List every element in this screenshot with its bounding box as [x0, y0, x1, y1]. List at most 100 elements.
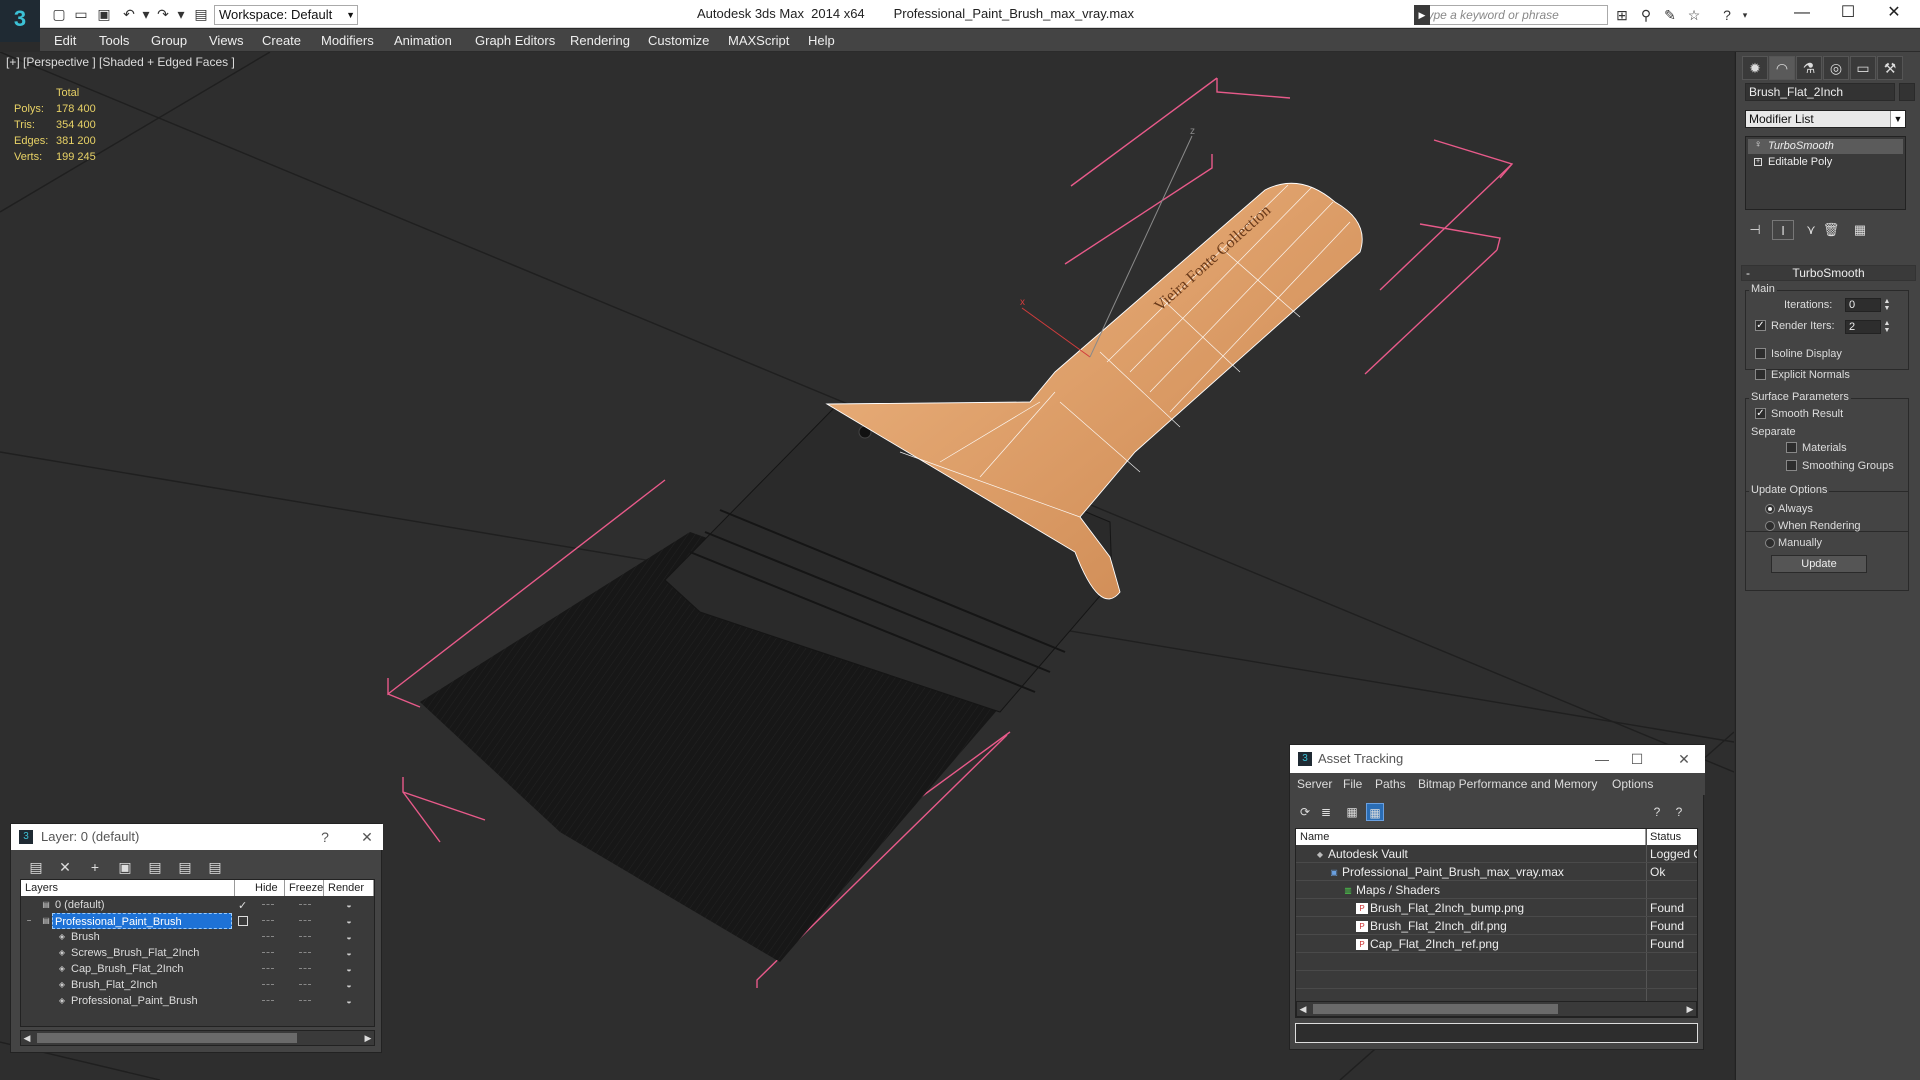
name-column-header[interactable]: Name: [1296, 829, 1646, 845]
object-name-field[interactable]: Brush_Flat_2Inch: [1745, 83, 1895, 101]
close-button[interactable]: ✕: [1871, 0, 1917, 26]
asset-row[interactable]: ▥ Maps / Shaders: [1296, 882, 1697, 899]
freeze-toggle[interactable]: [299, 936, 311, 938]
hide-toggle[interactable]: [262, 952, 274, 954]
object-color-swatch[interactable]: [1899, 83, 1915, 101]
workspace-select[interactable]: Workspace: Default ▼: [214, 5, 358, 25]
explicit-normals-checkbox[interactable]: [1755, 369, 1766, 380]
highlight-layer-icon[interactable]: ▤: [144, 857, 166, 877]
menu-modifiers[interactable]: Modifiers: [321, 33, 374, 48]
help-settings-icon[interactable]: ?: [1670, 803, 1688, 821]
menu-customize[interactable]: Customize: [648, 33, 709, 48]
delete-layer-icon[interactable]: ✕: [54, 857, 76, 877]
menu-rendering[interactable]: Rendering: [570, 33, 630, 48]
lightbulb-icon[interactable]: ♀: [1754, 140, 1762, 150]
asset-menu-options[interactable]: Options: [1612, 777, 1653, 791]
spinner-arrows-icon[interactable]: ▲ ▼: [1883, 298, 1891, 312]
minimize-button[interactable]: —: [1779, 0, 1825, 26]
asset-menu-bitmap-performance[interactable]: Bitmap Performance and Memory: [1418, 777, 1597, 791]
turbosmooth-rollout-header[interactable]: - TurboSmooth: [1741, 265, 1916, 281]
remove-modifier-icon[interactable]: 🗑: [1820, 220, 1842, 240]
render-teapot-icon[interactable]: ◒: [343, 996, 355, 1006]
asset-menu-paths[interactable]: Paths: [1375, 777, 1406, 791]
menu-maxscript[interactable]: MAXScript: [728, 33, 789, 48]
scrollbar-thumb[interactable]: [1313, 1004, 1558, 1014]
create-layer-icon[interactable]: ▤: [25, 857, 47, 877]
scroll-right-icon[interactable]: ▶: [1684, 1002, 1696, 1016]
freeze-toggle[interactable]: [299, 920, 311, 922]
asset-path-field[interactable]: [1295, 1023, 1698, 1043]
hide-toggle[interactable]: [262, 936, 274, 938]
layer-row[interactable]: − ▤ Professional_Paint_Brush ◒: [21, 913, 374, 929]
redo-icon[interactable]: ↷: [154, 6, 172, 22]
redo-dropdown-icon[interactable]: ▾: [172, 6, 190, 22]
render-teapot-icon[interactable]: ◒: [343, 900, 355, 910]
refresh-icon[interactable]: ⟳: [1296, 803, 1314, 821]
utilities-tab-icon[interactable]: ⚒: [1877, 56, 1903, 80]
collapse-minus-icon[interactable]: −: [24, 916, 34, 926]
menu-animation[interactable]: Animation: [394, 33, 452, 48]
update-button[interactable]: Update: [1771, 555, 1867, 573]
layer-object-row[interactable]: ◈ Cap_Brush_Flat_2Inch ◒: [21, 961, 374, 977]
hide-toggle[interactable]: [262, 1000, 274, 1002]
asset-menu-server[interactable]: Server: [1297, 777, 1332, 791]
save-file-icon[interactable]: ▣: [95, 6, 113, 22]
render-teapot-icon[interactable]: ◒: [343, 916, 355, 926]
menu-help[interactable]: Help: [808, 33, 835, 48]
render-teapot-icon[interactable]: ◒: [343, 948, 355, 958]
configure-sets-icon[interactable]: ▦: [1849, 220, 1871, 240]
freeze-toggle[interactable]: [299, 904, 311, 906]
maximize-button[interactable]: ☐: [1623, 745, 1651, 773]
hide-toggle[interactable]: [262, 968, 274, 970]
help-icon[interactable]: ?: [1718, 6, 1736, 24]
update-always-radio[interactable]: [1765, 504, 1775, 514]
hierarchy-tab-icon[interactable]: ⚗: [1796, 56, 1822, 80]
stack-item-editable-poly[interactable]: + Editable Poly: [1748, 155, 1903, 170]
close-icon[interactable]: ✕: [353, 824, 381, 850]
hide-toggle[interactable]: [262, 904, 274, 906]
freeze-column-header[interactable]: Freeze: [285, 880, 324, 896]
render-iters-checkbox[interactable]: ✓: [1755, 320, 1766, 331]
render-teapot-icon[interactable]: ◒: [343, 932, 355, 942]
freeze-toggle[interactable]: [299, 984, 311, 986]
smoothing-groups-checkbox[interactable]: [1786, 460, 1797, 471]
menu-group[interactable]: Group: [151, 33, 187, 48]
show-end-result-icon[interactable]: I: [1772, 220, 1794, 240]
subscription-icon[interactable]: ⚲: [1637, 6, 1655, 24]
thumbnail-view-icon[interactable]: ▦: [1343, 803, 1361, 821]
favorites-star-icon[interactable]: ☆: [1685, 6, 1703, 24]
minimize-button[interactable]: —: [1588, 745, 1616, 773]
help-icon[interactable]: ?: [1648, 803, 1666, 821]
layer-row[interactable]: ▤ 0 (default) ✓ ◒: [21, 897, 374, 913]
layer-object-row[interactable]: ◈ Professional_Paint_Brush ◒: [21, 993, 374, 1009]
render-iters-spinner[interactable]: 2: [1845, 320, 1881, 334]
project-folder-icon[interactable]: ▤: [192, 6, 210, 22]
smooth-result-checkbox[interactable]: ✓: [1755, 408, 1766, 419]
asset-row[interactable]: P Brush_Flat_2Inch_bump.png Found: [1296, 900, 1697, 917]
iterations-spinner[interactable]: 0: [1845, 298, 1881, 312]
search-expand-icon[interactable]: ▶: [1414, 5, 1430, 25]
list-view-icon[interactable]: ≣: [1317, 803, 1335, 821]
expand-plus-icon[interactable]: +: [1754, 158, 1762, 166]
asset-horizontal-scrollbar[interactable]: ◀ ▶: [1296, 1001, 1697, 1017]
asset-row[interactable]: ▣ Professional_Paint_Brush_max_vray.max …: [1296, 864, 1697, 881]
asset-row[interactable]: P Brush_Flat_2Inch_dif.png Found: [1296, 918, 1697, 935]
hide-toggle[interactable]: [262, 920, 274, 922]
layers-column-header[interactable]: Layers: [21, 880, 235, 896]
stack-item-turbosmooth[interactable]: ♀ TurboSmooth: [1748, 139, 1903, 154]
freeze-toggle[interactable]: [299, 1000, 311, 1002]
select-objects-icon[interactable]: ▣: [114, 857, 136, 877]
new-file-icon[interactable]: ▢: [50, 6, 68, 22]
communication-icon[interactable]: ✎: [1661, 6, 1679, 24]
undo-dropdown-icon[interactable]: ▾: [137, 6, 155, 22]
layer-object-row[interactable]: ◈ Screws_Brush_Flat_2Inch ◒: [21, 945, 374, 961]
app-logo-button[interactable]: 3: [0, 0, 40, 42]
make-unique-icon[interactable]: ⋎: [1800, 220, 1822, 240]
render-teapot-icon[interactable]: ◒: [343, 964, 355, 974]
help-dropdown-icon[interactable]: ▾: [1736, 6, 1754, 24]
binoculars-icon[interactable]: ⊞: [1613, 6, 1631, 24]
display-tab-icon[interactable]: ▭: [1850, 56, 1876, 80]
viewport-label[interactable]: [+] [Perspective ] [Shaded + Edged Faces…: [6, 55, 235, 69]
menu-views[interactable]: Views: [209, 33, 243, 48]
asset-row[interactable]: ◆ Autodesk Vault Logged O: [1296, 846, 1697, 863]
